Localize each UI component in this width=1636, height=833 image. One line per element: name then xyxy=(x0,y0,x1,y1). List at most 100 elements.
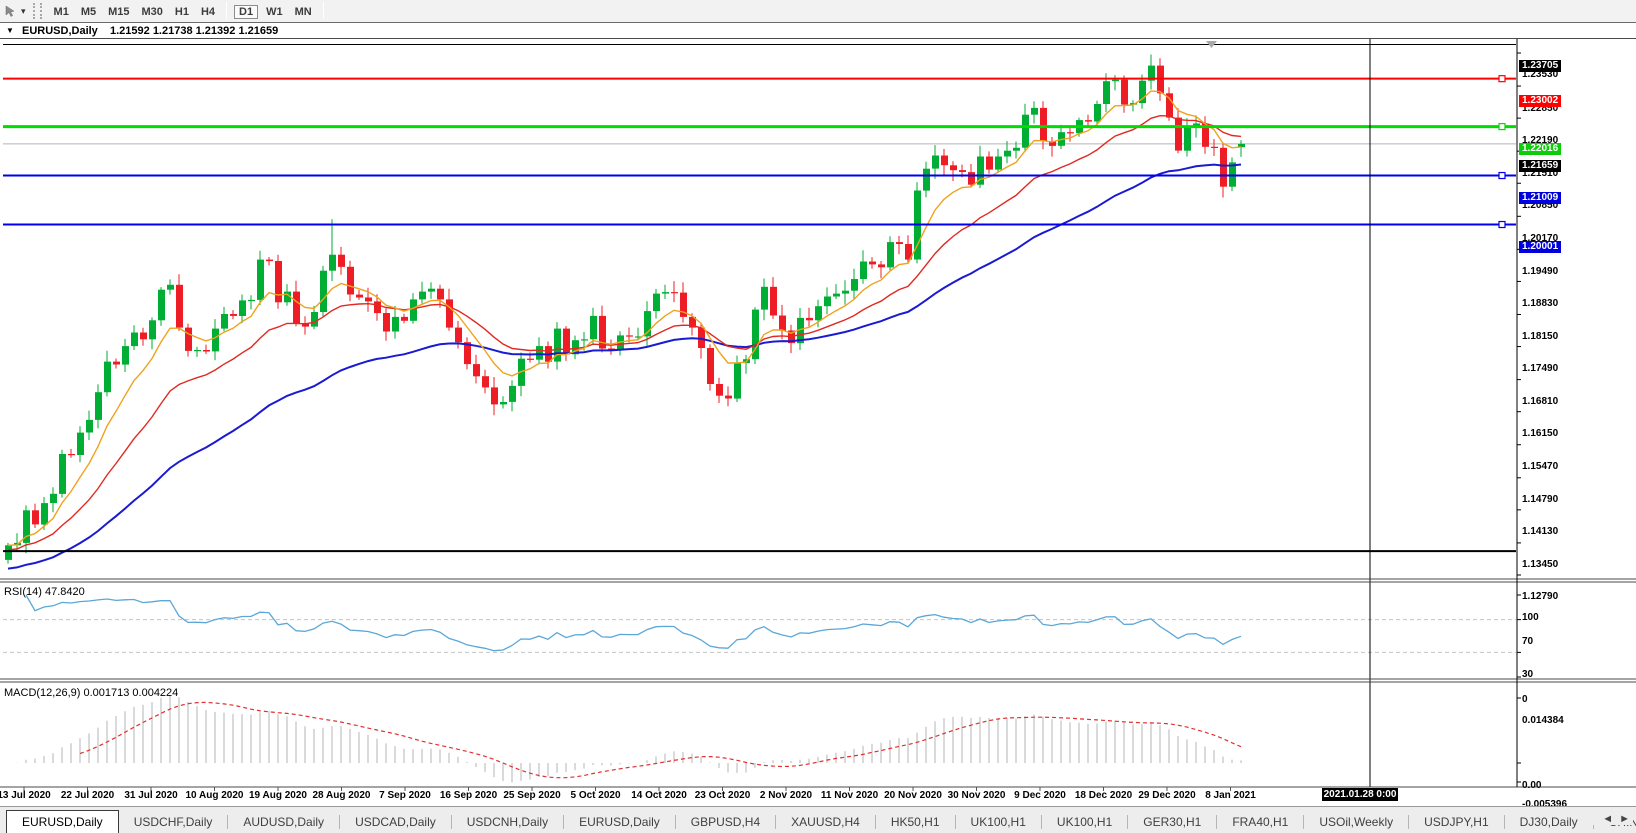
hline-handle[interactable] xyxy=(1498,220,1506,229)
toolbar-separator xyxy=(322,1,324,19)
candle-body xyxy=(320,270,327,312)
candle-body xyxy=(1238,143,1245,148)
tab-gbpusd-h4-6[interactable]: GBPUSD,H4 xyxy=(676,811,775,833)
candle-body xyxy=(833,293,840,297)
candle-body xyxy=(230,314,237,316)
toolbar-separator xyxy=(226,1,228,19)
candle-body xyxy=(500,402,507,405)
candle-body xyxy=(302,323,309,327)
candle-body xyxy=(68,454,75,456)
chevron-down-icon[interactable]: ▾ xyxy=(21,6,26,17)
rsi-axis-label: 70 xyxy=(1522,636,1534,648)
candle-body xyxy=(1139,80,1146,104)
candle-body xyxy=(590,315,597,340)
tab-usoil-weekly-13[interactable]: USOil,Weekly xyxy=(1304,811,1408,833)
tab-eurusd-daily-0[interactable]: EURUSD,Daily xyxy=(6,810,119,833)
candle-body xyxy=(662,292,669,294)
candle-body xyxy=(122,346,129,365)
candle-body xyxy=(806,317,813,321)
tf-button-m5[interactable]: M5 xyxy=(77,6,100,18)
toolbar-grip[interactable] xyxy=(32,3,42,19)
tab-fra40-h1-12[interactable]: FRA40,H1 xyxy=(1217,811,1303,833)
candle-body xyxy=(284,291,291,303)
tf-button-m1[interactable]: M1 xyxy=(50,6,73,18)
candle-body xyxy=(914,190,921,260)
candle-body xyxy=(311,312,318,327)
hline-handle[interactable] xyxy=(1498,75,1506,83)
macd-axis-label: 0.014384 xyxy=(1522,714,1564,726)
candle-body xyxy=(869,261,876,265)
macd-indicator-label: MACD(12,26,9) 0.001713 0.004224 xyxy=(4,687,179,699)
cursor-tool-icon[interactable] xyxy=(3,4,18,19)
candle-body xyxy=(167,284,174,290)
hline-handle[interactable] xyxy=(1498,171,1506,180)
candle-body xyxy=(212,328,219,352)
candle-body xyxy=(1085,120,1092,122)
candle-body xyxy=(383,313,390,332)
candle-body xyxy=(1031,107,1038,115)
candle-body xyxy=(797,317,804,344)
candle-body xyxy=(680,292,687,317)
candle-body xyxy=(1058,132,1065,146)
date-label: 7 Sep 2020 xyxy=(379,790,431,801)
candle-body xyxy=(401,316,408,321)
ma-slow-line xyxy=(7,163,1242,570)
tab-audusd-daily-2[interactable]: AUDUSD,Daily xyxy=(228,811,339,833)
candle-body xyxy=(491,387,498,405)
candle-body xyxy=(203,350,210,352)
price-tick-label: 1.15470 xyxy=(1522,461,1559,473)
tab-usdcnh-daily-4[interactable]: USDCNH,Daily xyxy=(452,811,563,833)
crosshair-time-badge: 2021.01.28 0:00 xyxy=(1322,788,1398,801)
tab-scroll-right-icon[interactable]: ► xyxy=(1619,813,1630,825)
tab-scroll-left-icon[interactable]: ◄ xyxy=(1602,813,1613,825)
candle-body xyxy=(608,348,615,350)
candle-body xyxy=(1121,79,1128,105)
tab-xauusd-h4-7[interactable]: XAUUSD,H4 xyxy=(776,811,875,833)
candle-body xyxy=(563,328,570,355)
timeframe-buttons: M1 M5 M15 M30 H1 H4 D1 W1 MN xyxy=(48,1,329,21)
date-label: 11 Nov 2020 xyxy=(820,790,879,801)
tab-uk100-h1-10[interactable]: UK100,H1 xyxy=(1042,811,1127,833)
tf-button-d1[interactable]: D1 xyxy=(234,4,259,19)
tf-button-mn[interactable]: MN xyxy=(291,6,316,18)
tf-button-m30[interactable]: M30 xyxy=(138,6,167,18)
price-badge: 1.23705 xyxy=(1519,60,1562,73)
candle-body xyxy=(14,542,21,546)
tf-button-m15[interactable]: M15 xyxy=(104,6,133,18)
collapse-triangle-icon[interactable]: ▼ xyxy=(6,26,14,35)
candle-body xyxy=(1193,123,1200,127)
tf-button-w1[interactable]: W1 xyxy=(262,6,287,18)
hline-handle[interactable] xyxy=(1498,122,1506,131)
candle-body xyxy=(1130,103,1137,105)
candle-body xyxy=(968,172,975,185)
tf-button-h4[interactable]: H4 xyxy=(197,6,219,18)
candle-body xyxy=(554,328,561,362)
tab-eurusd-daily-5[interactable]: EURUSD,Daily xyxy=(564,811,675,833)
candle-body xyxy=(185,327,192,351)
candle-body xyxy=(842,290,849,294)
candle-body xyxy=(464,342,471,365)
tab-usdchf-daily-1[interactable]: USDCHF,Daily xyxy=(119,811,228,833)
tab-ger30-h1-11[interactable]: GER30,H1 xyxy=(1128,811,1216,833)
candle-body xyxy=(239,300,246,316)
tab-hk50-h1-8[interactable]: HK50,H1 xyxy=(876,811,955,833)
candle-body xyxy=(131,332,138,347)
candle-body xyxy=(545,346,552,362)
candle-body xyxy=(527,358,534,360)
candle-body xyxy=(950,165,957,171)
tab-dj30-daily-15[interactable]: DJ30,Daily xyxy=(1505,811,1593,833)
tab-usdcad-daily-3[interactable]: USDCAD,Daily xyxy=(340,811,451,833)
candle-body xyxy=(140,332,147,340)
candle-body xyxy=(257,259,264,300)
candle-body xyxy=(581,339,588,341)
candle-body xyxy=(374,301,381,314)
price-chart-canvas xyxy=(0,38,1636,791)
candle-body xyxy=(788,330,795,344)
candle-body xyxy=(887,242,894,268)
ma-fast-line xyxy=(7,90,1242,546)
tab-usdjpy-h1-14[interactable]: USDJPY,H1 xyxy=(1409,811,1503,833)
tf-button-h1[interactable]: H1 xyxy=(171,6,193,18)
candle-body xyxy=(482,376,489,388)
candle-body xyxy=(1004,150,1011,157)
tab-uk100-h1-9[interactable]: UK100,H1 xyxy=(956,811,1041,833)
